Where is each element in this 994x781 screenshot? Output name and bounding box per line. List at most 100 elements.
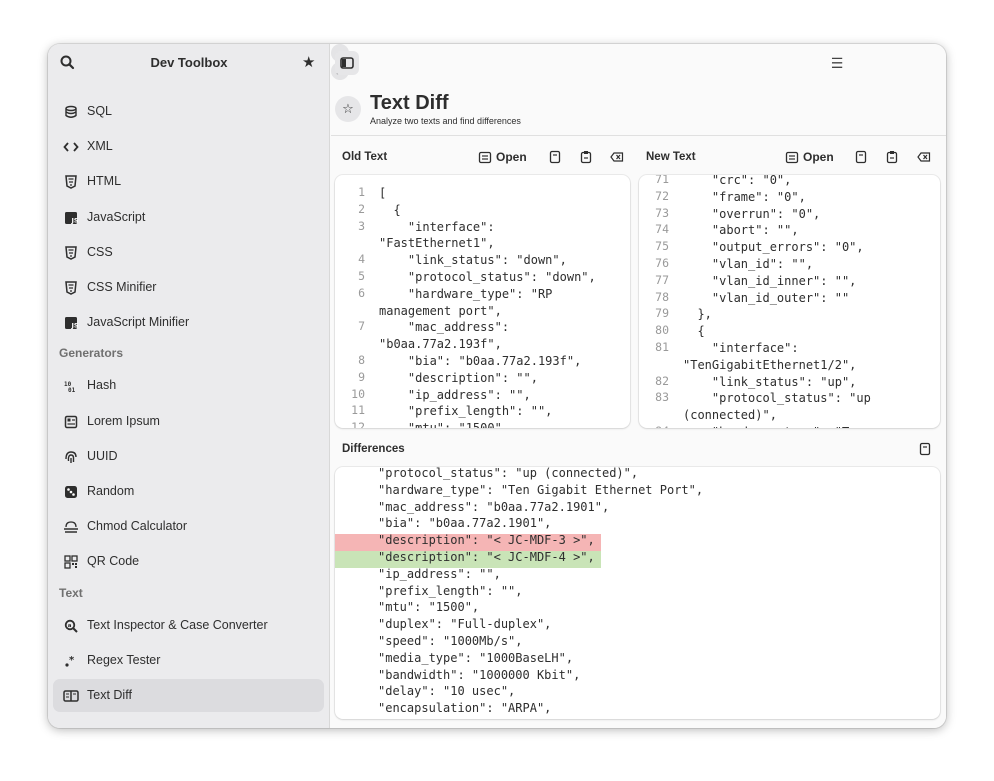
code-line: }, xyxy=(683,307,712,322)
sidebar-item-sql[interactable]: SQL xyxy=(53,95,324,128)
diff-line-text: "mtu": "1500", xyxy=(378,600,480,615)
new-text-editor[interactable]: 71 "crc": "0", 72 "frame": "0", 73 "overru… xyxy=(639,175,940,428)
sidebar-section-text: Text xyxy=(59,585,83,600)
line-number: 79 xyxy=(655,306,669,321)
diff-line-text: "speed": "1000Mb/s", xyxy=(378,634,523,648)
clear-icon xyxy=(917,150,931,164)
sidebar-item-label: JavaScript Minifier xyxy=(87,315,190,330)
old-text-editor[interactable]: 1 [2 {3 "interface": "FastEthernet1", 4 "li… xyxy=(335,175,630,428)
diff-line: "encapsulation": "ARPA", xyxy=(335,701,601,719)
page-title: Text Diff xyxy=(370,92,449,114)
code-line: "mac_address": xyxy=(379,320,510,335)
code-line: "bia": "b0aa.77a2.193f", xyxy=(379,354,582,368)
diff-line-text: "mac_address": "b0aa.77a2.1901", xyxy=(378,499,610,514)
line-number: 74 xyxy=(655,222,669,237)
svg-text:01: 01 xyxy=(68,387,76,393)
code-line: "prefix_length": "", xyxy=(379,404,553,419)
sidebar-item-label: UUID xyxy=(87,448,118,463)
hash-icon: 10 01 xyxy=(63,378,79,394)
sidebar-item-regex-tester[interactable]: * Regex Tester xyxy=(53,644,324,677)
diff-line-text: "bandwidth": "1000000 Kbit", xyxy=(378,667,581,682)
sidebar-item-label: SQL xyxy=(87,104,113,118)
line-number: 84 xyxy=(643,424,669,428)
line-number: 77 xyxy=(655,272,669,287)
differences-view[interactable]: "protocol_status": "up (connected)", "har… xyxy=(335,467,940,719)
sidebar-item-random[interactable]: Random xyxy=(53,475,324,508)
copy-icon xyxy=(854,150,868,164)
code-line: (connected)", xyxy=(683,408,777,423)
line-number: 9 xyxy=(358,369,365,384)
sidebar-item-chmod-calculator[interactable]: Chmod Calculator xyxy=(53,510,324,543)
new-open-button[interactable]: Open xyxy=(785,150,834,164)
diff-line-text: "delay": "10 usec", xyxy=(378,684,516,699)
differences-label: Differences xyxy=(342,443,405,455)
book-icon xyxy=(63,688,79,704)
old-open-label: Open xyxy=(496,150,527,164)
sidebar-item-html[interactable]: HTML xyxy=(53,165,324,198)
copy-icon xyxy=(918,442,932,456)
code-line: "protocol_status": "down", xyxy=(379,270,596,284)
sidebar-item-javascript-minifier[interactable]: JS JavaScript Minifier xyxy=(53,306,324,339)
code-line: "interface": xyxy=(683,341,799,355)
magnify-icon: a xyxy=(63,618,79,634)
sidebar-item-text-inspector-case-converter[interactable]: a Text Inspector & Case Converter xyxy=(53,609,324,642)
sidebar-item-label: Hash xyxy=(87,378,117,393)
diff-line: "bandwidth": "1000000 Kbit", xyxy=(335,667,601,686)
sidebar-item-hash[interactable]: 10 01 Hash xyxy=(53,369,324,402)
paste-icon xyxy=(579,150,593,164)
new-paste-button[interactable] xyxy=(885,150,899,164)
new-text-label: New Text xyxy=(646,151,696,163)
diff-line: "mtu": "1500", xyxy=(335,600,601,618)
main-content: ☰ ☆ Text Diff Analyze two texts and find… xyxy=(331,44,946,728)
sidebar-item-qr-code[interactable]: QR Code xyxy=(53,545,324,578)
sidebar: Dev Toolbox ★ SQL XML HTML JS JavaScript CSS C… xyxy=(48,44,330,728)
code-line: "description": "", xyxy=(379,370,538,385)
qr-code-icon xyxy=(63,554,79,570)
line-number: 76 xyxy=(655,256,669,270)
old-text-label: Old Text xyxy=(342,151,388,163)
diff-line-text: "media_type": "1000BaseLH", xyxy=(378,650,574,665)
line-number: 5 xyxy=(358,269,365,283)
star-icon[interactable]: ★ xyxy=(302,53,315,71)
line-number: 11 xyxy=(351,403,365,418)
old-clear-button[interactable] xyxy=(610,150,624,164)
diff-line-text: "description": "< JC-MDF-4 >", xyxy=(378,550,595,564)
old-copy-button[interactable] xyxy=(548,150,562,164)
open-file-icon xyxy=(785,150,799,164)
sidebar-toggle-button[interactable] xyxy=(335,51,359,75)
dice-icon xyxy=(63,484,79,500)
sidebar-item-javascript[interactable]: JS JavaScript xyxy=(53,201,324,234)
js-icon: JS xyxy=(63,315,79,331)
regex-icon: * xyxy=(63,653,79,669)
diff-line-text: "bia": "b0aa.77a2.1901", xyxy=(378,516,552,531)
code-line: "TenGigabitEthernet1/2", xyxy=(683,357,857,372)
sidebar-item-label: JavaScript xyxy=(87,209,146,224)
hamburger-icon: ☰ xyxy=(830,54,844,71)
sidebar-item-label: QR Code xyxy=(87,554,140,569)
favorite-button[interactable]: ☆ xyxy=(335,96,361,122)
diff-copy-button[interactable] xyxy=(918,442,932,456)
menu-button[interactable]: ☰ xyxy=(825,51,849,75)
diff-line: "media_type": "1000BaseLH", xyxy=(335,650,601,669)
new-copy-button[interactable] xyxy=(854,150,868,164)
old-paste-button[interactable] xyxy=(579,150,593,164)
code-line: "hardware_type": "Ten xyxy=(683,424,864,428)
sidebar-item-label: CSS Minifier xyxy=(87,280,157,294)
line-number: 10 xyxy=(351,386,365,401)
diff-line-text: "duplex": "Full-duplex", xyxy=(378,617,552,632)
sidebar-item-uuid[interactable]: UUID xyxy=(53,440,324,473)
sidebar-item-lorem-ipsum[interactable]: Lorem Ipsum xyxy=(53,405,324,438)
old-open-button[interactable]: Open xyxy=(478,150,527,164)
database-icon xyxy=(63,104,79,120)
new-clear-button[interactable] xyxy=(917,150,931,164)
sidebar-item-css-minifier[interactable]: CSS Minifier xyxy=(53,271,324,304)
sidebar-item-text-diff[interactable]: Text Diff xyxy=(53,679,324,712)
app-window: Dev Toolbox ★ SQL XML HTML JS JavaScript CSS C… xyxy=(48,44,946,728)
new-open-label: Open xyxy=(803,150,834,164)
line-number: 12 xyxy=(351,420,365,428)
sidebar-item-xml[interactable]: XML xyxy=(53,130,324,163)
sidebar-item-label: CSS xyxy=(87,244,113,259)
code-line: "ip_address": "", xyxy=(379,387,531,402)
sidebar-item-css[interactable]: CSS xyxy=(53,236,324,269)
sidebar-item-label: XML xyxy=(87,139,113,154)
